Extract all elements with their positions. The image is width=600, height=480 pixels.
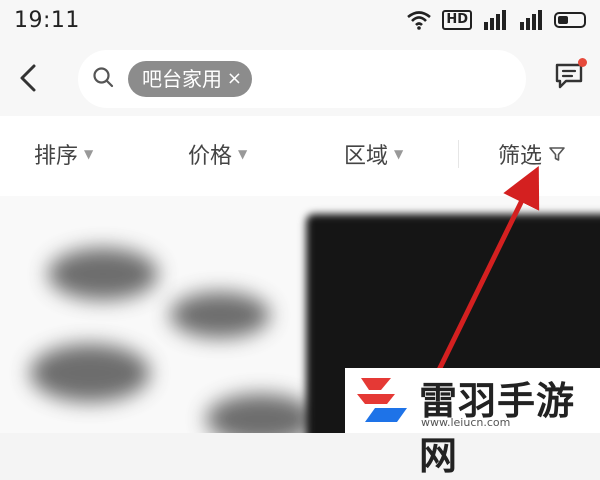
status-icons: HD [406, 10, 586, 30]
notification-dot [578, 58, 587, 67]
filter-screen[interactable]: 筛选 [498, 138, 566, 170]
filter-area[interactable]: 区域 ▼ [344, 138, 403, 170]
tag-close-icon[interactable]: × [227, 61, 242, 97]
watermark: 雷羽手游网 www.leiucn.com [345, 368, 600, 478]
search-box[interactable]: 吧台家用 × [78, 50, 526, 108]
caret-down-icon: ▼ [394, 147, 404, 161]
filter-area-label: 区域 [344, 144, 389, 169]
hd-icon: HD [442, 10, 472, 30]
blurred-image [30, 344, 150, 402]
blurred-image [48, 248, 158, 300]
caret-down-icon: ▼ [238, 147, 248, 161]
back-button[interactable] [14, 58, 44, 98]
message-button[interactable] [554, 58, 587, 90]
filter-divider [458, 140, 459, 168]
filter-price-label: 价格 [188, 144, 233, 169]
signal-icon [484, 10, 506, 30]
status-bar: 19:11 HD [0, 0, 600, 44]
filter-bar: 排序 ▼ 价格 ▼ 区域 ▼ 筛选 [0, 116, 600, 196]
status-time: 19:11 [14, 8, 80, 33]
watermark-url: www.leiucn.com [421, 416, 511, 429]
site-logo [357, 378, 407, 422]
blurred-image [170, 292, 270, 338]
wifi-icon [407, 11, 432, 30]
filter-sort[interactable]: 排序 ▼ [34, 138, 93, 170]
search-icon [93, 67, 114, 88]
blurred-image [206, 394, 316, 433]
battery-icon [554, 12, 586, 28]
signal-icon-2 [520, 10, 542, 30]
search-tag[interactable]: 吧台家用 × [128, 61, 252, 97]
search-tag-label: 吧台家用 [142, 67, 222, 91]
filter-screen-label: 筛选 [498, 144, 543, 169]
filter-price[interactable]: 价格 ▼ [188, 138, 247, 170]
caret-down-icon: ▼ [84, 147, 94, 161]
funnel-icon [549, 147, 565, 161]
filter-sort-label: 排序 [34, 144, 79, 169]
search-header: 吧台家用 × [0, 44, 600, 116]
